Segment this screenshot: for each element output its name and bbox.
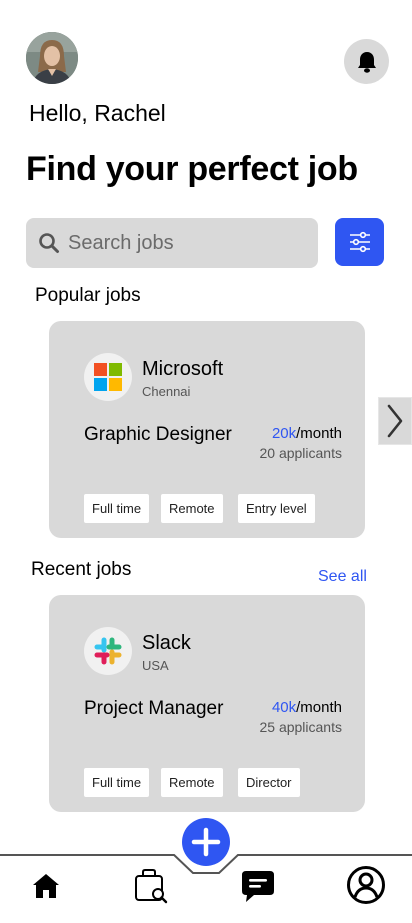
bell-icon: [357, 51, 376, 73]
company-name: Microsoft: [142, 358, 224, 380]
salary-unit: /month: [296, 425, 342, 442]
greeting-text: Hello, Rachel: [29, 100, 166, 126]
sliders-icon: [349, 231, 370, 253]
nav-profile[interactable]: [345, 864, 387, 906]
nav-messages[interactable]: [238, 866, 278, 906]
company-name: Slack: [142, 632, 191, 654]
plus-icon: [191, 827, 221, 857]
company-logo: [84, 353, 132, 401]
nav-home[interactable]: [26, 866, 66, 906]
search-input[interactable]: [68, 231, 288, 255]
add-job-button[interactable]: [182, 818, 230, 866]
search-icon: [39, 233, 59, 253]
job-card-recent[interactable]: Slack USA Project Manager 40k/month 25 a…: [49, 595, 365, 812]
recent-jobs-heading: Recent jobs: [31, 559, 132, 580]
popular-jobs-heading: Popular jobs: [35, 285, 141, 306]
tag-remote[interactable]: Remote: [161, 768, 223, 797]
home-icon: [33, 874, 59, 898]
nav-job-search[interactable]: [130, 864, 172, 906]
applicant-count: 25 applicants: [259, 719, 342, 735]
next-card-button[interactable]: [378, 397, 412, 445]
page-title: Find your perfect job: [26, 150, 358, 188]
applicant-count: 20 applicants: [259, 445, 342, 461]
see-all-link[interactable]: See all: [318, 568, 367, 586]
salary: 20k/month: [272, 425, 342, 442]
company-location: Chennai: [142, 384, 191, 399]
salary-unit: /month: [296, 699, 342, 716]
tag-full-time[interactable]: Full time: [84, 494, 150, 523]
profile-icon: [347, 866, 385, 904]
chat-icon: [242, 871, 274, 902]
notifications-button[interactable]: [344, 39, 389, 84]
tag-full-time[interactable]: Full time: [84, 768, 150, 797]
company-location: USA: [142, 658, 169, 673]
job-card-popular[interactable]: Microsoft Chennai Graphic Designer 20k/m…: [49, 321, 365, 538]
salary-amount: 20k: [271, 425, 297, 442]
chevron-right-icon: [387, 404, 403, 438]
tag-remote[interactable]: Remote: [161, 494, 223, 523]
user-avatar-photo: [26, 32, 78, 84]
tag-entry-level[interactable]: Entry level: [238, 494, 315, 523]
salary: 40k/month: [272, 699, 342, 716]
search-bar[interactable]: [26, 218, 318, 268]
salary-amount: 40k: [271, 699, 297, 716]
tag-director[interactable]: Director: [238, 768, 300, 797]
microsoft-logo-icon: [94, 363, 122, 391]
job-title: Graphic Designer: [84, 424, 232, 445]
slack-logo-icon: [94, 637, 122, 665]
avatar[interactable]: [26, 32, 78, 84]
job-search-icon: [135, 869, 168, 904]
filter-button[interactable]: [335, 218, 384, 266]
company-logo: [84, 627, 132, 675]
job-title: Project Manager: [84, 698, 224, 719]
